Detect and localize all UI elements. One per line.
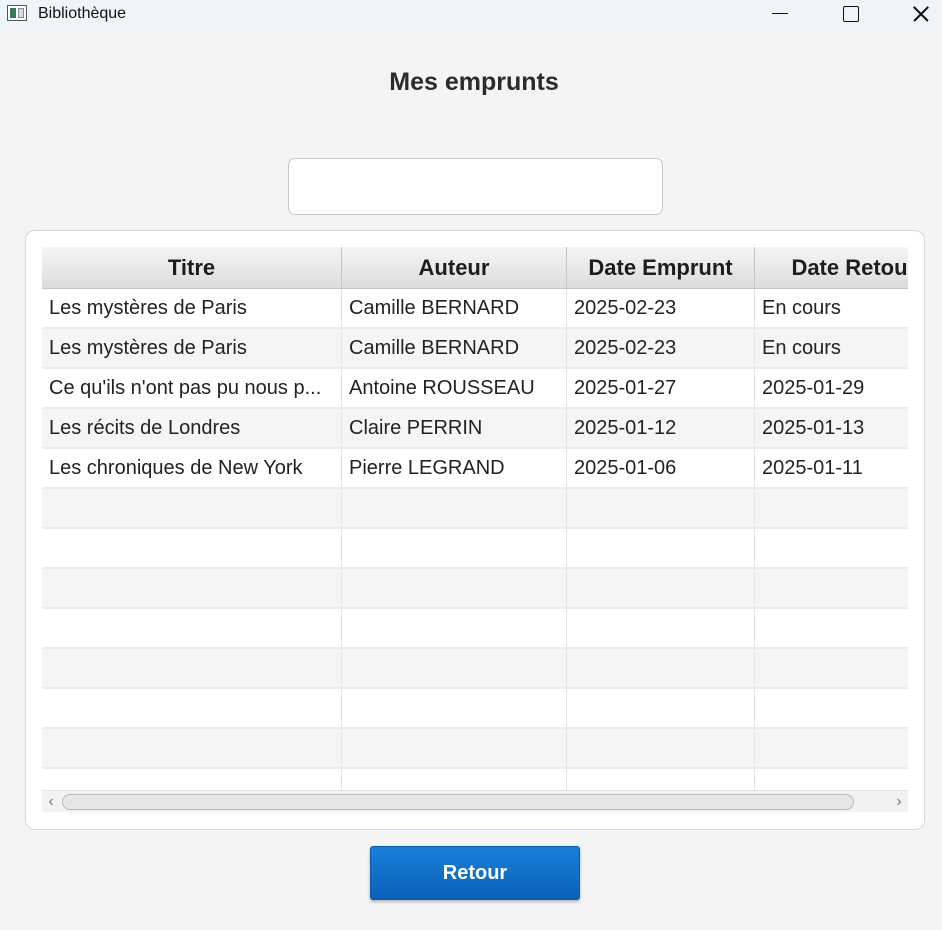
table-cell: [755, 609, 908, 647]
table-cell: [42, 649, 342, 687]
page-title: Mes emprunts: [389, 68, 559, 96]
table-cell: 2025-01-27: [567, 369, 755, 407]
window-title: Bibliothèque: [38, 5, 127, 22]
empty-table-row: [42, 769, 908, 790]
minimize-icon[interactable]: [757, 0, 803, 30]
empty-table-row: [42, 649, 908, 689]
table-cell: [342, 769, 567, 790]
table-cell: [755, 729, 908, 767]
table-cell: [567, 729, 755, 767]
table-cell: En cours: [755, 289, 908, 327]
table-cell: [567, 649, 755, 687]
table-cell: 2025-02-23: [567, 289, 755, 327]
empty-table-row: [42, 729, 908, 769]
table-cell: Ce qu'ils n'ont pas pu nous p...: [42, 369, 342, 407]
loans-table: Titre Auteur Date Emprunt Date Retou Les…: [42, 247, 908, 790]
table-cell: 2025-01-11: [755, 449, 908, 487]
table-cell: [42, 489, 342, 527]
maximize-icon[interactable]: [827, 0, 873, 30]
title-bar: Bibliothèque: [0, 0, 942, 30]
column-header-titre[interactable]: Titre: [42, 247, 342, 289]
table-header: Titre Auteur Date Emprunt Date Retou: [42, 247, 908, 289]
table-cell: Camille BERNARD: [342, 329, 567, 367]
empty-table-row: [42, 689, 908, 729]
table-cell: [342, 529, 567, 567]
table-cell: [342, 489, 567, 527]
table-row[interactable]: Les chroniques de New York Pierre LEGRAND…: [42, 449, 908, 489]
table-cell: Pierre LEGRAND: [342, 449, 567, 487]
search-input[interactable]: [288, 158, 663, 215]
table-cell: Claire PERRIN: [342, 409, 567, 447]
table-cell: [342, 569, 567, 607]
horizontal-scrollbar[interactable]: ‹ ›: [42, 790, 908, 812]
table-cell: [42, 569, 342, 607]
scroll-right-icon[interactable]: ›: [890, 791, 908, 813]
table-cell: [755, 649, 908, 687]
table-cell: 2025-01-13: [755, 409, 908, 447]
table-cell: [42, 769, 342, 790]
table-cell: [567, 689, 755, 727]
table-cell: 2025-01-06: [567, 449, 755, 487]
table-cell: 2025-01-12: [567, 409, 755, 447]
table-cell: Les récits de Londres: [42, 409, 342, 447]
table-row[interactable]: Ce qu'ils n'ont pas pu nous p... Antoine …: [42, 369, 908, 409]
table-cell: [567, 529, 755, 567]
scroll-left-icon[interactable]: ‹: [42, 791, 60, 813]
table-cell: [42, 529, 342, 567]
empty-table-row: [42, 529, 908, 569]
table-cell: 2025-02-23: [567, 329, 755, 367]
table-cell: [342, 609, 567, 647]
app-icon: [7, 5, 27, 21]
empty-table-row: [42, 489, 908, 529]
table-cell: [567, 489, 755, 527]
table-cell: [755, 489, 908, 527]
table-cell: [567, 769, 755, 790]
table-cell: [42, 729, 342, 767]
empty-table-row: [42, 609, 908, 649]
empty-table-row: [42, 569, 908, 609]
table-cell: Camille BERNARD: [342, 289, 567, 327]
table-row[interactable]: Les récits de Londres Claire PERRIN 2025-0…: [42, 409, 908, 449]
table-cell: [755, 689, 908, 727]
table-cell: Les chroniques de New York: [42, 449, 342, 487]
table-cell: [755, 569, 908, 607]
column-header-date-emprunt[interactable]: Date Emprunt: [567, 247, 755, 289]
table-cell: En cours: [755, 329, 908, 367]
table-cell: [342, 729, 567, 767]
table-cell: Les mystères de Paris: [42, 289, 342, 327]
table-cell: [42, 689, 342, 727]
table-row[interactable]: Les mystères de Paris Camille BERNARD 2025…: [42, 289, 908, 329]
table-cell: 2025-01-29: [755, 369, 908, 407]
table-cell: [42, 609, 342, 647]
table-cell: [755, 529, 908, 567]
table-cell: Antoine ROUSSEAU: [342, 369, 567, 407]
table-cell: [567, 569, 755, 607]
column-header-date-retour[interactable]: Date Retou: [755, 247, 908, 289]
table-cell: [342, 649, 567, 687]
close-icon[interactable]: [897, 0, 942, 30]
table-cell: Les mystères de Paris: [42, 329, 342, 367]
back-button[interactable]: Retour: [370, 846, 580, 900]
scrollbar-thumb[interactable]: [62, 794, 854, 810]
table-cell: [342, 689, 567, 727]
table-cell: [567, 609, 755, 647]
column-header-auteur[interactable]: Auteur: [342, 247, 567, 289]
table-row[interactable]: Les mystères de Paris Camille BERNARD 2025…: [42, 329, 908, 369]
table-cell: [755, 769, 908, 790]
